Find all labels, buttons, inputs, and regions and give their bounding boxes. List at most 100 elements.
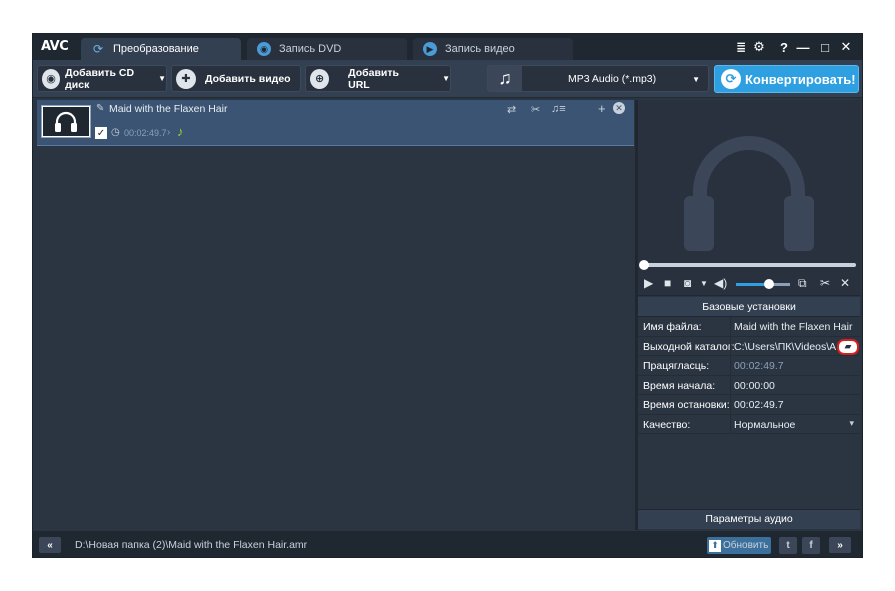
tab-conversion[interactable]: ⟳ Преобразование (81, 38, 241, 60)
volume-knob[interactable] (764, 279, 775, 289)
property-row-filename: Имя файла: Maid with the Flaxen Hair (638, 317, 860, 337)
effects-icon[interactable]: ✕ (840, 276, 850, 290)
file-list[interactable]: ✎ Maid with the Flaxen Hair ✓ ◷ 00:02:49… (37, 100, 634, 530)
file-checkbox[interactable]: ✓ (95, 127, 107, 139)
globe-icon: ⊕ (310, 68, 330, 89)
convert-button[interactable]: ⟳ Конвертировать! (714, 65, 859, 93)
folder-icon: ▰ (844, 341, 852, 351)
close-icon[interactable]: ✕ (837, 38, 855, 56)
property-label: Имя файла: (643, 321, 702, 333)
help-icon[interactable]: ? (775, 38, 793, 56)
stop-icon[interactable]: ■ (664, 276, 671, 290)
disc-icon: ◉ (257, 42, 271, 56)
add-url-label: Добавить URL (348, 66, 399, 91)
tab-label: Запись DVD (279, 43, 342, 55)
duration-value: 00:02:49.7 (730, 356, 860, 375)
edit-pencil-icon[interactable]: ✎ (96, 103, 104, 114)
plus-icon[interactable]: + (598, 101, 606, 116)
title-bar: AVC ⟳ Преобразование ◉ Запись DVD ▶ Запи… (33, 34, 862, 60)
seek-bar[interactable] (638, 258, 860, 272)
file-duration: 00:02:49.7 (124, 128, 167, 138)
camera-icon[interactable]: ◙ (684, 276, 691, 290)
property-label: Выходной каталог: (643, 340, 735, 353)
collapse-panel-button[interactable]: « (39, 537, 61, 553)
app-logo: AVC (41, 39, 69, 54)
add-cd-label: Добавить CD диск (65, 66, 135, 91)
main-toolbar: ◉ Добавить CD диск ▼ ✚ Добавить видео ⊕ … (33, 60, 862, 98)
volume-slider[interactable] (736, 279, 790, 289)
play-icon[interactable]: ▶ (644, 276, 653, 290)
add-video-button[interactable]: ✚ Добавить видео (171, 65, 301, 92)
facebook-icon[interactable]: f (802, 537, 820, 554)
tab-dvd-burn[interactable]: ◉ Запись DVD (247, 38, 407, 60)
add-cd-button[interactable]: ◉ Добавить CD диск ▼ (37, 65, 167, 92)
update-label: Обновить (723, 540, 769, 551)
property-label: Время начала: (643, 379, 716, 392)
stop-time-field[interactable]: 00:02:49.7 (730, 395, 860, 414)
output-path: D:\Новая папка (2)\Maid with the Flaxen … (75, 539, 308, 551)
tab-video-record[interactable]: ▶ Запись видео (413, 38, 573, 60)
update-button[interactable]: ⬆ Обновить (707, 537, 771, 554)
file-name[interactable]: Maid with the Flaxen Hair (109, 103, 227, 115)
property-row-start-time: Время начала: 00:00:00 (638, 375, 860, 395)
property-label: Качество: (643, 418, 691, 431)
menu-icon[interactable]: ≣ (732, 38, 750, 56)
chevron-right-icon: › (167, 127, 171, 138)
properties-panel: Базовые установки Имя файла: Maid with t… (638, 297, 860, 529)
list-item[interactable]: ✎ Maid with the Flaxen Hair ✓ ◷ 00:02:49… (37, 100, 634, 146)
tab-label: Преобразование (113, 43, 199, 55)
property-label: Время остановки: (643, 399, 730, 411)
scissors-icon[interactable]: ✂ (820, 276, 830, 290)
remove-file-icon[interactable]: ✕ (613, 102, 625, 114)
clock-icon: ◷ (111, 127, 120, 138)
seek-knob[interactable] (639, 260, 649, 270)
preview-area (638, 100, 860, 258)
twitter-icon[interactable]: t (779, 537, 797, 554)
headphones-icon (55, 111, 77, 132)
settings-gear-icon[interactable]: ⚙ (750, 38, 768, 56)
play-icon: ▶ (423, 42, 437, 56)
chevron-down-icon[interactable]: ▼ (700, 279, 708, 288)
maximize-icon[interactable]: □ (816, 38, 834, 56)
start-time-field[interactable]: 00:00:00 (730, 375, 860, 395)
property-row-stop-time: Время остановки: 00:02:49.7 (638, 395, 860, 415)
player-controls: ▶ ■ ◙ ▼ ◀) ⧉ ✂ ✕ (638, 272, 860, 296)
file-thumbnail (41, 105, 91, 138)
property-row-output-dir: Выходной каталог: C:\Users\ПК\Videos\Any… (638, 336, 860, 356)
music-note-icon: ♫ (488, 66, 522, 91)
music-note-icon[interactable]: ♪ (177, 124, 184, 139)
scissors-icon[interactable]: ✂ (531, 103, 540, 116)
format-value: MP3 Audio (*.mp3) (568, 73, 657, 85)
convert-label: Конвертировать! (745, 71, 856, 87)
expand-panel-button[interactable]: » (829, 537, 851, 553)
convert-icon: ⟳ (92, 42, 104, 56)
output-format-select[interactable]: ♫ MP3 Audio (*.mp3) ▼ (487, 65, 709, 92)
refresh-icon: ⟳ (721, 69, 741, 89)
chevron-down-icon: ▼ (692, 75, 700, 84)
status-bar: « D:\Новая папка (2)\Maid with the Flaxe… (33, 531, 862, 557)
volume-icon[interactable]: ◀) (714, 276, 727, 290)
headphones-placeholder-icon (684, 136, 814, 251)
output-dir-field[interactable]: C:\Users\ПК\Videos\Any Video Converter (730, 336, 836, 356)
upload-arrow-icon: ⬆ (709, 539, 721, 552)
chevron-down-icon[interactable]: ▼ (158, 74, 166, 83)
quality-select[interactable]: Нормальное (730, 414, 860, 434)
filename-field[interactable]: Maid with the Flaxen Hair (730, 317, 860, 336)
add-url-button[interactable]: ⊕ Добавить URL ▼ (305, 65, 451, 92)
property-label: Працягласць: (643, 360, 710, 372)
open-folder-button[interactable]: ▰ (837, 338, 859, 355)
audio-parameters-header[interactable]: Параметры аудио (638, 509, 860, 529)
chevron-down-icon[interactable]: ▼ (442, 74, 450, 83)
audio-track-icon[interactable]: ♫≡ (551, 103, 566, 115)
basic-settings-header[interactable]: Базовые установки (638, 297, 860, 317)
app-window: AVC ⟳ Преобразование ◉ Запись DVD ▶ Запи… (32, 33, 863, 558)
property-row-quality: Качество: Нормальное (638, 414, 860, 434)
minimize-icon[interactable]: — (794, 38, 812, 56)
sync-icon[interactable]: ⇄ (507, 103, 516, 116)
add-video-label: Добавить видео (205, 72, 291, 85)
tab-label: Запись видео (445, 43, 515, 55)
add-video-icon: ✚ (176, 68, 196, 89)
add-disc-icon: ◉ (42, 68, 61, 89)
copy-icon[interactable]: ⧉ (798, 276, 807, 291)
property-row-duration: Працягласць: 00:02:49.7 (638, 356, 860, 376)
